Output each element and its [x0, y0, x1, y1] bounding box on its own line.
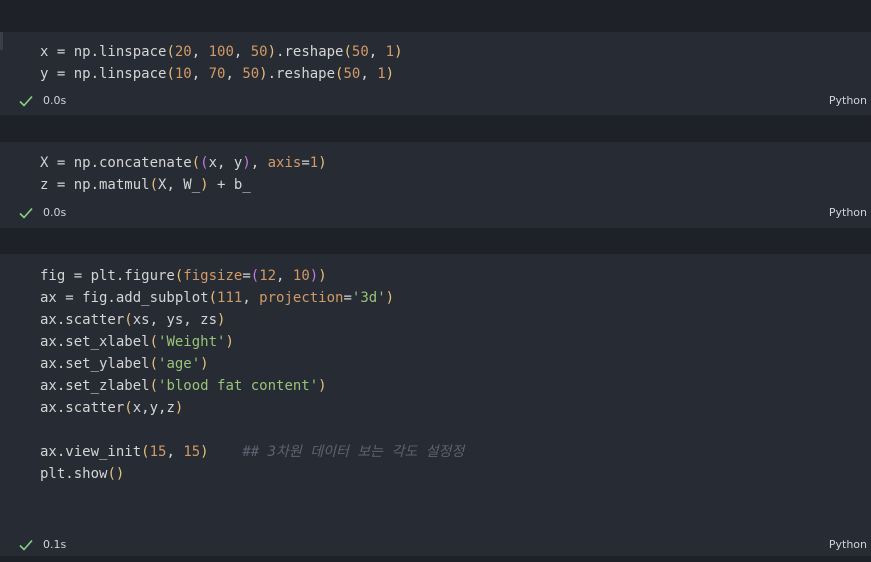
- execution-time: 0.1s: [43, 538, 67, 551]
- notebook-cell-3[interactable]: fig = plt.figure(figsize=(12, 10)) ax = …: [0, 254, 871, 556]
- cell-status-bar: 0.0s Python: [0, 202, 871, 224]
- notebook-cell-1[interactable]: x = np.linspace(20, 100, 50).reshape(50,…: [0, 32, 871, 115]
- code-line[interactable]: ax = fig.add_subplot(111, projection='3d…: [40, 287, 394, 309]
- cell-status-bar: 0.1s Python: [0, 534, 871, 556]
- cell-gap: [0, 115, 871, 142]
- code-line[interactable]: ax.set_xlabel('Weight'): [40, 331, 234, 353]
- cell-focus-indicator: [0, 32, 3, 50]
- cell-status-bar: 0.0s Python: [0, 90, 871, 112]
- kernel-language[interactable]: Python: [829, 534, 867, 556]
- code-line[interactable]: ax.scatter(x,y,z): [40, 397, 183, 419]
- cell-gap: [0, 228, 871, 254]
- code-line[interactable]: y = np.linspace(10, 70, 50).reshape(50, …: [40, 63, 394, 85]
- code-line[interactable]: X = np.concatenate((x, y), axis=1): [40, 152, 327, 174]
- cell-gap: [0, 0, 871, 32]
- code-line[interactable]: ax.set_zlabel('blood fat content'): [40, 375, 327, 397]
- kernel-language[interactable]: Python: [829, 90, 867, 112]
- code-line[interactable]: ax.scatter(xs, ys, zs): [40, 309, 225, 331]
- check-icon: [19, 539, 33, 551]
- kernel-language[interactable]: Python: [829, 202, 867, 224]
- code-line[interactable]: z = np.matmul(X, W_) + b_: [40, 174, 251, 196]
- check-icon: [19, 95, 33, 107]
- execution-time: 0.0s: [43, 206, 67, 219]
- code-line[interactable]: x = np.linspace(20, 100, 50).reshape(50,…: [40, 41, 403, 63]
- code-line[interactable]: plt.show(): [40, 463, 124, 485]
- notebook-cell-2[interactable]: X = np.concatenate((x, y), axis=1) z = n…: [0, 142, 871, 228]
- check-icon: [19, 207, 33, 219]
- code-line[interactable]: fig = plt.figure(figsize=(12, 10)): [40, 265, 327, 287]
- execution-time: 0.0s: [43, 94, 67, 107]
- code-line[interactable]: ax.set_ylabel('age'): [40, 353, 209, 375]
- code-line[interactable]: ax.view_init(15, 15) ## 3차원 데이터 보는 각도 설정…: [40, 441, 464, 463]
